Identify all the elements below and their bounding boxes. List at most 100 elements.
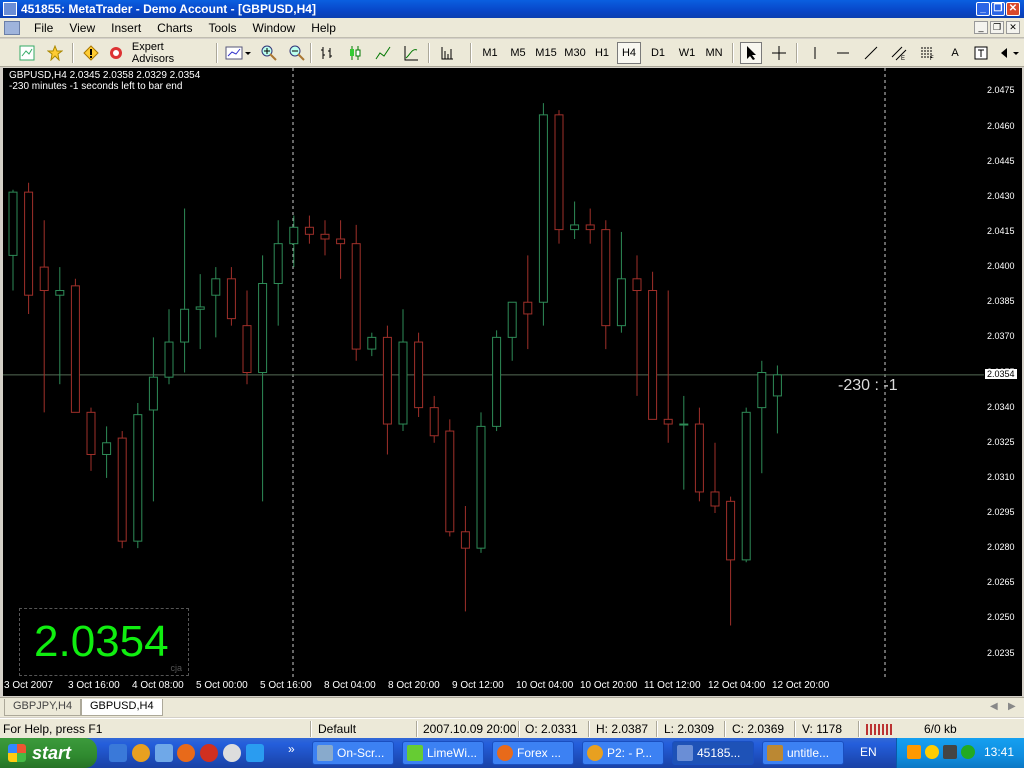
chart-close-button[interactable]: ✕ <box>1006 21 1020 34</box>
candle-body <box>226 278 236 320</box>
time-axis[interactable]: 3 Oct 2007 3 Oct 16:00 4 Oct 08:00 5 Oct 00… <box>3 677 1022 696</box>
minimize-button[interactable]: _ <box>976 2 990 16</box>
task-on-screen-keyboard[interactable]: On-Scr... <box>312 741 394 765</box>
chart-area[interactable]: GBPUSD,H4 2.0345 2.0358 2.0329 2.0354 -2… <box>3 68 984 677</box>
window-titlebar: 451855: MetaTrader - Demo Account - [GBP… <box>0 0 1024 18</box>
price-tick-label: 2.0400 <box>987 261 1015 272</box>
big-price-value: 2.0354 <box>34 617 169 666</box>
candle-body <box>741 411 751 561</box>
timeframe-m1[interactable]: M1 <box>478 42 502 64</box>
time-tick-label: 5 Oct 00:00 <box>196 680 248 691</box>
indicators-icon[interactable] <box>400 42 422 64</box>
candle-body <box>538 114 548 303</box>
time-tick-label: 5 Oct 16:00 <box>260 680 312 691</box>
close-button[interactable]: ✕ <box>1006 2 1020 16</box>
big-price-tag: cja <box>170 663 182 673</box>
price-tick-label: 2.0370 <box>987 331 1015 342</box>
text-label-icon[interactable] <box>970 42 992 64</box>
chart-window-icon[interactable] <box>4 20 20 35</box>
network-tray-icon[interactable] <box>961 745 975 759</box>
timeframe-h4[interactable]: H4 <box>617 42 641 64</box>
task-p2[interactable]: P2: - P... <box>582 741 664 765</box>
antivirus-tray-icon[interactable] <box>925 745 939 759</box>
menu-charts[interactable]: Charts <box>149 21 200 35</box>
status-profile[interactable]: Default <box>318 722 356 736</box>
new-chart-icon[interactable] <box>16 42 38 64</box>
firefox-quicklaunch-icon[interactable] <box>177 744 195 762</box>
menu-insert[interactable]: Insert <box>103 21 149 35</box>
candle-body <box>195 306 205 310</box>
start-button[interactable]: start <box>0 738 97 768</box>
price-tick-label: 2.0430 <box>987 190 1015 201</box>
chart-minimize-button[interactable]: _ <box>974 21 988 34</box>
candle-body <box>414 341 424 409</box>
periodicity-icon[interactable] <box>436 42 458 64</box>
app-quicklaunch-icon[interactable] <box>200 744 218 762</box>
menu-tools[interactable]: Tools <box>201 21 245 35</box>
candle-body <box>772 374 782 397</box>
ie-quicklaunch-icon[interactable] <box>109 744 127 762</box>
candle-body <box>523 301 533 315</box>
media-player-tray-icon[interactable] <box>907 745 921 759</box>
timeframe-m5[interactable]: M5 <box>506 42 530 64</box>
candle-body <box>258 282 268 373</box>
candlestick-chart-icon[interactable] <box>344 42 366 64</box>
crosshair-icon[interactable] <box>768 42 790 64</box>
task-limewire[interactable]: LimeWi... <box>402 741 484 765</box>
menu-view[interactable]: View <box>61 21 103 35</box>
bar-chart-icon[interactable] <box>316 42 338 64</box>
expert-advisors-button[interactable]: Expert Advisors <box>108 41 208 65</box>
quicklaunch-overflow[interactable]: » <box>288 742 295 756</box>
task-metatrader[interactable]: 45185... <box>672 741 754 765</box>
alert-icon[interactable] <box>80 42 102 64</box>
candle-body <box>648 290 658 420</box>
timeframe-mn[interactable]: MN <box>702 42 726 64</box>
timeframe-w1[interactable]: W1 <box>675 42 699 64</box>
windows-taskbar: start » On-Scr... LimeWi... Forex ... P2… <box>0 738 1024 768</box>
candle-body <box>180 308 190 343</box>
trendline-icon[interactable] <box>860 42 882 64</box>
price-tick-label: 2.0310 <box>987 471 1015 482</box>
tab-gbpjpy-h4[interactable]: GBPJPY,H4 <box>4 699 82 716</box>
candle-body <box>570 224 580 231</box>
keyboard-icon <box>317 745 333 761</box>
connection-bars-icon[interactable] <box>866 724 892 738</box>
avast-quicklaunch-icon[interactable] <box>132 744 150 762</box>
task-paint[interactable]: untitle... <box>762 741 844 765</box>
tab-scroll-right-icon[interactable]: ▶ <box>1008 701 1016 712</box>
price-axis[interactable]: 2.0475 2.0460 2.0445 2.0430 2.0415 2.0400 2.03… <box>984 68 1022 677</box>
equidistant-channel-icon[interactable]: E <box>888 42 910 64</box>
menu-help[interactable]: Help <box>303 21 344 35</box>
menu-window[interactable]: Window <box>245 21 304 35</box>
fibonacci-icon[interactable]: F <box>916 42 938 64</box>
tab-gbpusd-h4[interactable]: GBPUSD,H4 <box>81 699 163 716</box>
task-forex[interactable]: Forex ... <box>492 741 574 765</box>
chart-restore-button[interactable]: ❐ <box>990 21 1004 34</box>
chart-type-dropdown-icon[interactable] <box>224 42 252 64</box>
line-chart-icon[interactable] <box>372 42 394 64</box>
arrows-dropdown-icon[interactable] <box>998 42 1024 64</box>
zoom-out-icon[interactable] <box>286 42 308 64</box>
vertical-line-icon[interactable] <box>804 42 826 64</box>
timeframe-m30[interactable]: M30 <box>561 42 589 64</box>
candle-body <box>242 325 252 373</box>
tab-scroll-left-icon[interactable]: ◀ <box>990 701 998 712</box>
timeframe-d1[interactable]: D1 <box>647 42 669 64</box>
menu-file[interactable]: File <box>26 21 61 35</box>
app-tray-icon[interactable] <box>943 745 957 759</box>
favorites-icon[interactable] <box>44 42 66 64</box>
candle-body <box>398 341 408 425</box>
cursor-icon[interactable] <box>740 42 762 64</box>
zoom-in-icon[interactable] <box>258 42 280 64</box>
horizontal-line-icon[interactable] <box>832 42 854 64</box>
language-indicator[interactable]: EN <box>860 745 877 759</box>
price-tick-label: 2.0475 <box>987 85 1015 96</box>
timeframe-m15[interactable]: M15 <box>532 42 560 64</box>
text-tool-icon[interactable]: A <box>944 42 966 64</box>
word-quicklaunch-icon[interactable] <box>246 744 264 762</box>
timeframe-h1[interactable]: H1 <box>591 42 613 64</box>
candle-body <box>492 336 502 427</box>
maximize-button[interactable]: ❐ <box>991 2 1005 16</box>
media-quicklaunch-icon[interactable] <box>223 744 241 762</box>
desktop-quicklaunch-icon[interactable] <box>155 744 173 762</box>
